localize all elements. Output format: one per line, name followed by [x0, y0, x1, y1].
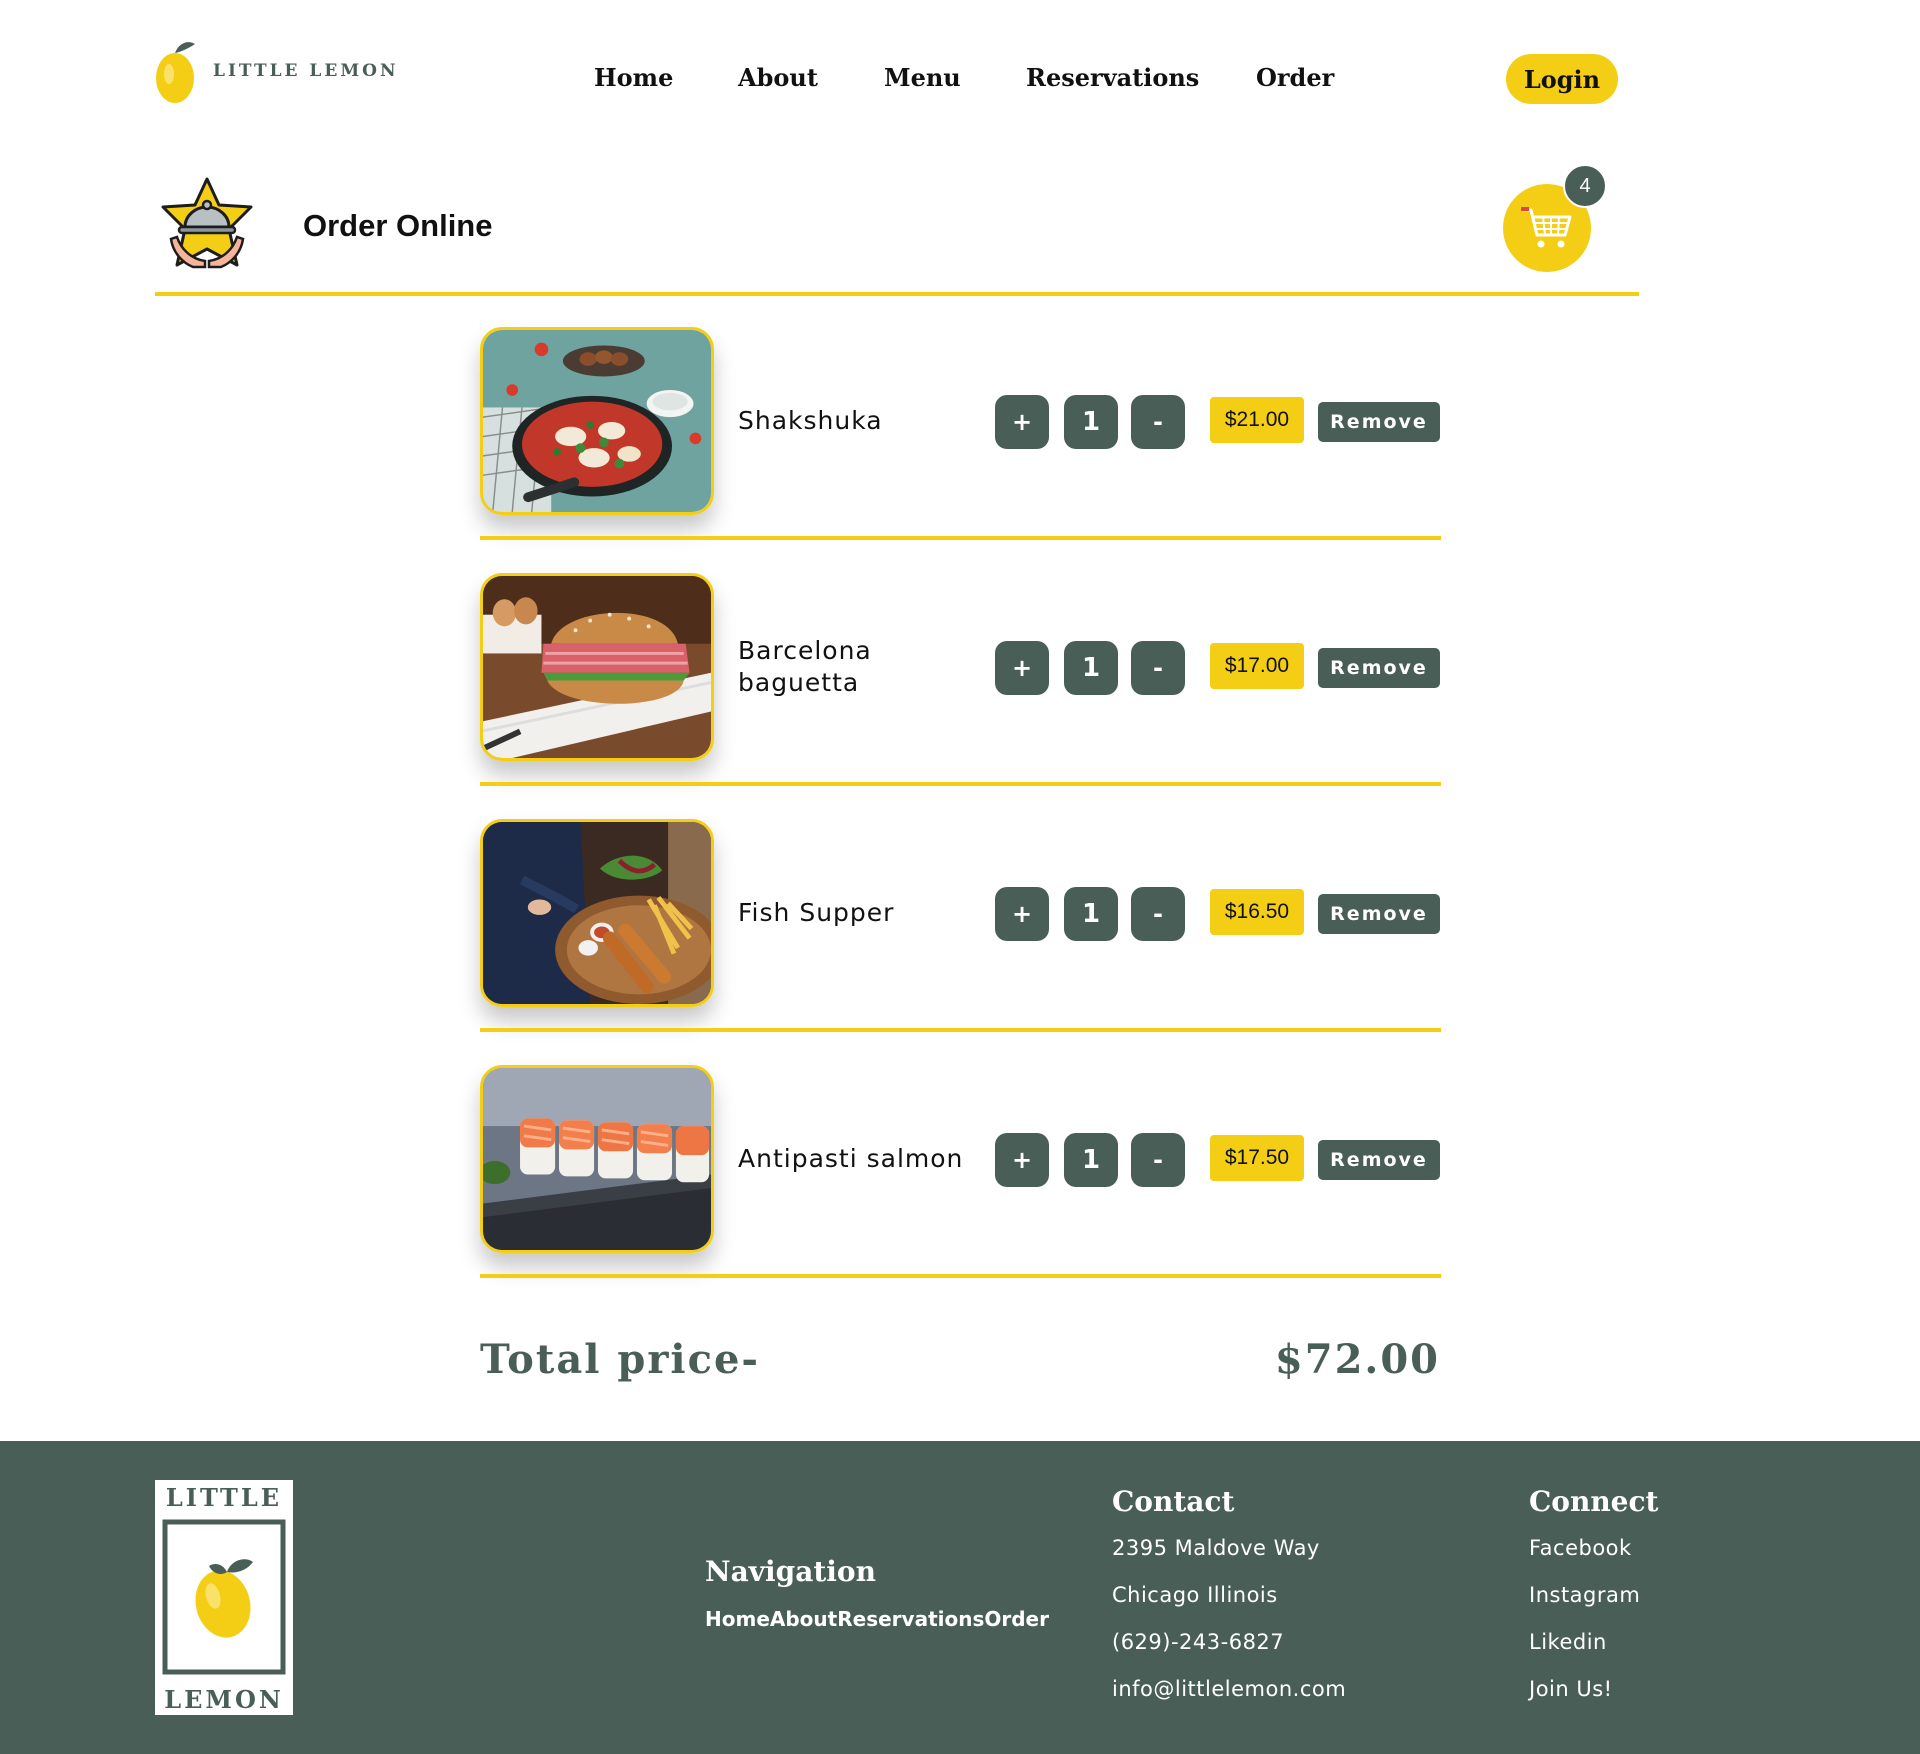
nav-home[interactable]: Home	[594, 60, 673, 96]
cart-item: Antipasti salmon + 1 - $17.50 Remove	[480, 1065, 1441, 1311]
header-divider	[155, 292, 1639, 296]
decrease-quantity-button[interactable]: -	[1131, 395, 1185, 449]
cart-item: Shakshuka + 1 - $21.00 Remove	[480, 327, 1441, 573]
increase-quantity-button[interactable]: +	[995, 395, 1049, 449]
item-price: $21.00	[1210, 397, 1304, 443]
item-name: Antipasti salmon	[738, 1144, 964, 1173]
total-price-label: Total price-	[480, 1336, 761, 1383]
footer-contact-city: Chicago Illinois	[1112, 1583, 1278, 1607]
decrease-quantity-button[interactable]: -	[1131, 1133, 1185, 1187]
decrease-quantity-button[interactable]: -	[1131, 641, 1185, 695]
quantity-display: 1	[1064, 1133, 1118, 1187]
site-footer: LITTLE LEMON Navigation HomeAboutReserva…	[0, 1441, 1920, 1754]
cart-count-badge: 4	[1563, 164, 1607, 208]
remove-item-button[interactable]: Remove	[1318, 894, 1440, 934]
page-title: Order Online	[303, 208, 493, 243]
remove-item-button[interactable]: Remove	[1318, 648, 1440, 688]
cart-items-list: Shakshuka + 1 - $21.00 Remove Barcelona …	[480, 327, 1441, 1311]
footer-link-join-us[interactable]: Join Us!	[1529, 1677, 1613, 1701]
quantity-display: 1	[1064, 641, 1118, 695]
increase-quantity-button[interactable]: +	[995, 887, 1049, 941]
footer-link-about[interactable]: About	[770, 1607, 837, 1631]
quantity-display: 1	[1064, 887, 1118, 941]
footer-logo-bottom-text: LEMON	[164, 1685, 284, 1714]
footer-contact-phone[interactable]: (629)-243-6827	[1112, 1630, 1284, 1654]
footer-contact-heading: Contact	[1112, 1485, 1235, 1518]
item-divider	[480, 1274, 1441, 1278]
item-price: $17.50	[1210, 1135, 1304, 1181]
footer-link-facebook[interactable]: Facebook	[1529, 1536, 1632, 1560]
item-price: $16.50	[1210, 889, 1304, 935]
cart-item: Fish Supper + 1 - $16.50 Remove	[480, 819, 1441, 1065]
footer-navigation-links: HomeAboutReservationsOrder	[705, 1607, 1049, 1631]
item-image-antipasti-salmon	[480, 1065, 714, 1253]
footer-link-reservations[interactable]: Reservations	[837, 1607, 984, 1631]
item-divider	[480, 782, 1441, 786]
main-nav: Home About Menu Reservations Order	[0, 60, 1920, 96]
nav-order[interactable]: Order	[1256, 60, 1334, 96]
item-divider	[480, 1028, 1441, 1032]
item-name: Fish Supper	[738, 898, 895, 927]
increase-quantity-button[interactable]: +	[995, 1133, 1049, 1187]
item-image-fish-supper	[480, 819, 714, 1007]
footer-link-linkedin[interactable]: Likedin	[1529, 1630, 1607, 1654]
item-image-shakshuka	[480, 327, 714, 515]
footer-navigation-heading: Navigation	[705, 1555, 876, 1588]
total-price-value: $72.00	[1274, 1336, 1440, 1383]
increase-quantity-button[interactable]: +	[995, 641, 1049, 695]
login-button[interactable]: Login	[1506, 54, 1618, 104]
footer-connect-heading: Connect	[1529, 1485, 1659, 1518]
decrease-quantity-button[interactable]: -	[1131, 887, 1185, 941]
footer-link-instagram[interactable]: Instagram	[1529, 1583, 1640, 1607]
item-name: Barcelona baguetta	[738, 636, 872, 697]
quantity-display: 1	[1064, 395, 1118, 449]
nav-reservations[interactable]: Reservations	[1026, 60, 1199, 96]
footer-link-order[interactable]: Order	[984, 1607, 1049, 1631]
shopping-cart-icon	[1521, 207, 1572, 248]
footer-logo[interactable]: LITTLE LEMON	[155, 1480, 293, 1715]
item-image-barcelona-baguetta	[480, 573, 714, 761]
footer-contact-email[interactable]: info@littlelemon.com	[1112, 1677, 1346, 1701]
remove-item-button[interactable]: Remove	[1318, 1140, 1440, 1180]
footer-contact-address: 2395 Maldove Way	[1112, 1536, 1320, 1560]
item-price: $17.00	[1210, 643, 1304, 689]
remove-item-button[interactable]: Remove	[1318, 402, 1440, 442]
footer-logo-top-text: LITTLE	[166, 1483, 282, 1512]
item-divider	[480, 536, 1441, 540]
nav-menu[interactable]: Menu	[884, 60, 961, 96]
serving-dish-icon	[161, 177, 253, 269]
item-name: Shakshuka	[738, 406, 883, 435]
footer-link-home[interactable]: Home	[705, 1607, 770, 1631]
nav-about[interactable]: About	[738, 60, 818, 96]
cart-item: Barcelona baguetta + 1 - $17.00 Remove	[480, 573, 1441, 819]
